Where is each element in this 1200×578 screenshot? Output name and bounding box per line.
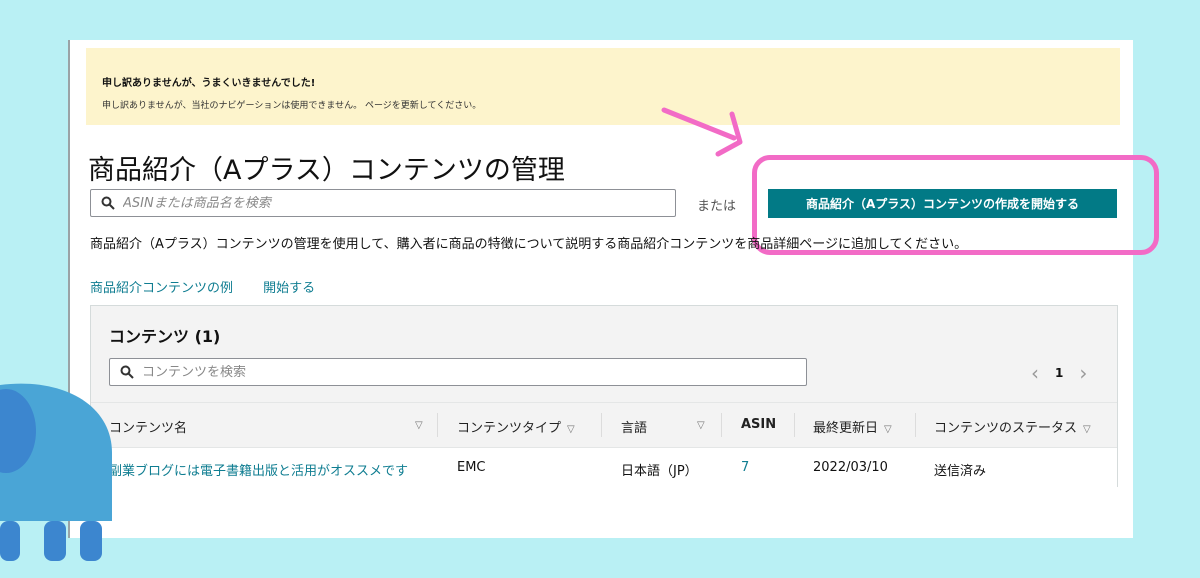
search-icon: [120, 365, 134, 379]
col-header-updated[interactable]: 最終更新日 ▽: [813, 417, 892, 436]
sort-icon[interactable]: ▽: [567, 424, 575, 435]
or-text: または: [697, 199, 737, 214]
elephant-icon: [0, 383, 112, 561]
contents-search[interactable]: [109, 358, 807, 386]
alert-title: 申し訳ありませんが、うまくいきませんでした!: [102, 78, 316, 89]
sort-icon[interactable]: ▽: [691, 417, 705, 432]
content-type: EMC: [457, 460, 486, 475]
content-status: 送信済み: [934, 464, 987, 479]
sort-icon[interactable]: ▽: [1083, 424, 1091, 435]
contents-title: コンテンツ (1): [109, 327, 221, 346]
asin-search-input[interactable]: [123, 195, 669, 211]
alert-body: 申し訳ありませんが、当社のナビゲーションは使用できません。 ページを更新してくだ…: [102, 101, 482, 111]
contents-card: コンテンツ (1) ‹ 1 › コンテンツ名 ▽ コンテンツタイプ▽ 言語 ▽ …: [90, 305, 1118, 487]
content-asin-link[interactable]: 7: [741, 460, 749, 475]
asin-search[interactable]: [90, 189, 676, 217]
content-language: 日本語（JP）: [621, 464, 698, 479]
table-row: 副業ブログには電子書籍出版と活用がオススメです EMC 日本語（JP） 7 20…: [91, 447, 1117, 487]
col-header-type[interactable]: コンテンツタイプ ▽: [457, 417, 575, 436]
col-header-asin[interactable]: ASIN: [741, 417, 776, 432]
pagination: ‹ 1 ›: [1031, 361, 1087, 385]
sort-icon[interactable]: ▽: [409, 417, 423, 432]
page-description: 商品紹介（Aプラス）コンテンツの管理を使用して、購入者に商品の特徴について説明す…: [90, 237, 968, 252]
page-title: 商品紹介（Aプラス）コンテンツの管理: [88, 155, 565, 186]
col-header-status[interactable]: コンテンツのステータス ▽: [934, 417, 1091, 436]
contents-search-input[interactable]: [142, 364, 794, 380]
error-alert: 申し訳ありませんが、うまくいきませんでした! 申し訳ありませんが、当社のナビゲー…: [86, 48, 1120, 125]
page-number[interactable]: 1: [1055, 366, 1063, 380]
arrow-icon: [661, 107, 743, 157]
chevron-left-icon[interactable]: ‹: [1031, 361, 1039, 385]
chevron-right-icon[interactable]: ›: [1079, 361, 1087, 385]
help-links: 商品紹介コンテンツの例 開始する: [90, 277, 341, 296]
examples-link[interactable]: 商品紹介コンテンツの例: [90, 281, 233, 296]
start-link[interactable]: 開始する: [263, 281, 315, 296]
content-name-link[interactable]: 副業ブログには電子書籍出版と活用がオススメです: [109, 460, 408, 479]
content-updated: 2022/03/10: [813, 460, 888, 475]
search-icon: [101, 196, 115, 210]
col-header-language[interactable]: 言語: [621, 417, 647, 436]
table-header: コンテンツ名 ▽ コンテンツタイプ ▽ 言語 ▽ ASIN 最終更新日 ▽ コンテン…: [91, 402, 1117, 446]
col-header-name[interactable]: コンテンツ名: [109, 417, 187, 436]
sort-icon[interactable]: ▽: [884, 424, 892, 435]
